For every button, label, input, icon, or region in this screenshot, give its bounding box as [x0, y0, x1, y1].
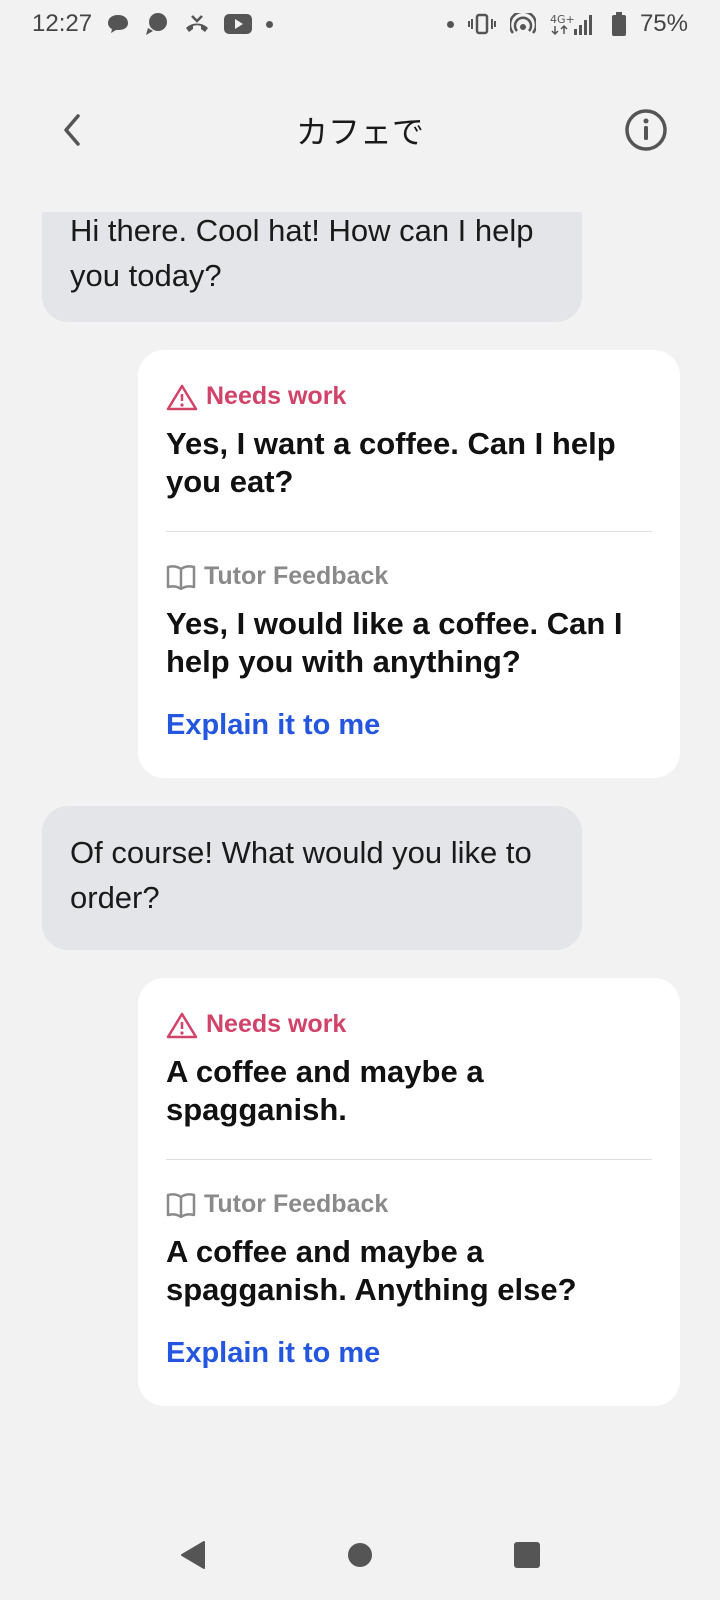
user-message-card: Needs work Yes, I want a coffee. Can I h…: [138, 350, 680, 778]
battery-icon: [611, 12, 626, 36]
system-nav-bar: [0, 1510, 720, 1600]
ai-message-text: Hi there. Cool hat! How can I help you t…: [70, 213, 534, 293]
notification-dot-icon: [446, 20, 454, 28]
needs-work-label: Needs work: [206, 382, 347, 410]
nav-home-button[interactable]: [330, 1525, 390, 1585]
network-type-label: 4G+: [550, 13, 575, 26]
needs-work-label: Needs work: [206, 1010, 347, 1038]
notification-dot-icon: [266, 20, 274, 28]
home-circle-icon: [347, 1543, 372, 1567]
vibrate-icon: [467, 13, 496, 35]
needs-work-status: Needs work: [166, 1010, 652, 1039]
chevron-left-icon: [64, 114, 80, 146]
page-title: カフェで: [295, 113, 424, 151]
warning-triangle-icon: [166, 1012, 198, 1038]
tutor-feedback-label: Tutor Feedback: [204, 562, 389, 590]
status-right: 4G+ 75%: [446, 10, 688, 38]
ai-message-bubble: Of course! What would you like to order?: [42, 806, 582, 950]
status-bar: 12:27 4G+ 75%: [0, 0, 720, 48]
user-message-text: A coffee and maybe a spagganish.: [166, 1054, 484, 1127]
warning-triangle-icon: [166, 384, 198, 410]
battery-percent: 75%: [639, 10, 688, 37]
needs-work-status: Needs work: [166, 382, 652, 411]
info-circle-icon: [625, 109, 667, 151]
clock: 12:27: [32, 10, 93, 37]
missed-call-icon: [184, 13, 210, 35]
recents-square-icon: [513, 1542, 540, 1568]
chat-thread[interactable]: Hi there. Cool hat! How can I help you t…: [0, 212, 720, 1502]
nav-back-button[interactable]: [163, 1525, 223, 1585]
messenger-icon: [144, 12, 170, 36]
chat-bubble-icon: [106, 13, 130, 35]
ai-message-bubble: Hi there. Cool hat! How can I help you t…: [42, 212, 582, 322]
tutor-feedback-label: Tutor Feedback: [204, 1190, 389, 1218]
tutor-feedback-text: A coffee and maybe a spagganish. Anythin…: [166, 1234, 577, 1307]
info-button[interactable]: [624, 108, 668, 152]
app-header: カフェで: [0, 90, 720, 170]
tutor-feedback-header: Tutor Feedback: [166, 1190, 652, 1219]
ai-message-text: Of course! What would you like to order?: [70, 835, 532, 915]
hotspot-icon: [509, 13, 536, 35]
app-screen: 12:27 4G+ 75% カフェで Hi there. Cool hat! H…: [0, 0, 720, 1600]
tutor-feedback-text: Yes, I would like a coffee. Can I help y…: [166, 606, 623, 679]
explain-it-button[interactable]: Explain it to me: [166, 1337, 380, 1370]
explain-it-button[interactable]: Explain it to me: [166, 709, 380, 742]
user-message-text: Yes, I want a coffee. Can I help you eat…: [166, 426, 616, 499]
book-icon: [166, 1192, 196, 1218]
nav-recents-button[interactable]: [497, 1525, 557, 1585]
lte-signal-icon: 4G+: [550, 12, 598, 36]
divider: [166, 1159, 652, 1160]
book-icon: [166, 564, 196, 590]
back-button[interactable]: [52, 110, 92, 150]
user-message-card: Needs work A coffee and maybe a spaggani…: [138, 978, 680, 1406]
youtube-icon: [224, 14, 253, 34]
back-triangle-icon: [181, 1541, 206, 1569]
tutor-feedback-header: Tutor Feedback: [166, 562, 652, 591]
divider: [166, 531, 652, 532]
status-left: 12:27: [32, 10, 274, 38]
